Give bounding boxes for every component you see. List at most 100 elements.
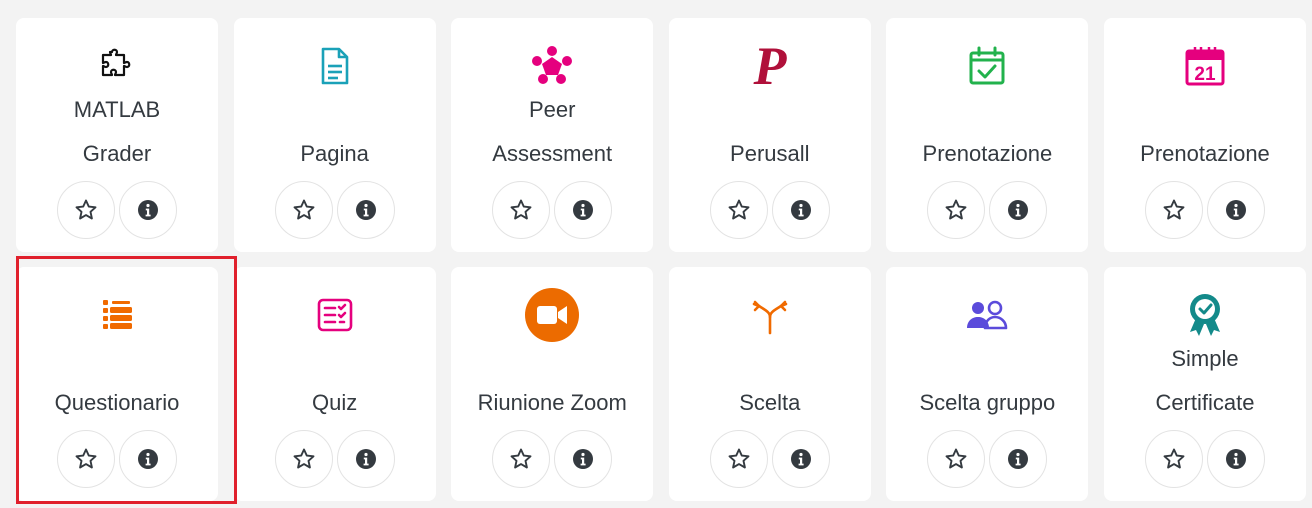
star-outline-icon (509, 447, 533, 471)
star-favourite-button[interactable] (1144, 181, 1203, 239)
info-button[interactable] (989, 430, 1048, 488)
info-button[interactable] (1206, 430, 1265, 488)
module-actions (451, 430, 653, 488)
module-name: MATLAB Grader (22, 88, 212, 176)
star-favourite-button[interactable] (57, 181, 115, 239)
info-icon (572, 448, 594, 470)
module-tile-quiz[interactable]: Quiz (233, 267, 436, 501)
puzzle-icon (16, 42, 218, 90)
module-tile-scelta[interactable]: Scelta (668, 267, 871, 501)
svg-text:21: 21 (1194, 64, 1216, 85)
info-button[interactable] (771, 181, 830, 239)
star-outline-icon (1162, 447, 1186, 471)
star-outline-icon (74, 198, 98, 222)
star-outline-icon (944, 447, 968, 471)
star-favourite-button[interactable] (927, 430, 986, 488)
module-tile-peer-assessment[interactable]: Peer Assessment (451, 18, 654, 252)
module-tile-riunione-zoom[interactable]: Riunione Zoom (451, 267, 654, 501)
users-icon (886, 291, 1088, 339)
module-actions (669, 181, 871, 239)
module-actions (451, 181, 653, 239)
info-icon (137, 448, 159, 470)
activity-chooser-grid: MATLAB Grader Pagina Peer Assessment P P… (16, 18, 1306, 501)
info-button[interactable] (336, 181, 395, 239)
module-name: Perusall (675, 132, 865, 176)
star-favourite-button[interactable] (709, 181, 768, 239)
info-icon (355, 448, 377, 470)
calendar-date-icon: 21 (1104, 42, 1306, 90)
info-icon (1007, 199, 1029, 221)
list-icon (16, 291, 218, 339)
module-actions (234, 181, 436, 239)
info-icon (1225, 199, 1247, 221)
module-actions (669, 430, 871, 488)
star-favourite-button[interactable] (492, 181, 551, 239)
module-tile-prenotazione-1[interactable]: Prenotazione (886, 18, 1089, 252)
star-outline-icon (727, 198, 751, 222)
quiz-icon (234, 291, 436, 339)
info-icon (1225, 448, 1247, 470)
module-name-line: Perusall (730, 141, 810, 166)
module-name-line: Questionario (54, 390, 180, 415)
info-button[interactable] (989, 181, 1048, 239)
module-name: Prenotazione (1110, 132, 1300, 176)
module-name: Riunione Zoom (457, 381, 647, 425)
module-actions (886, 181, 1088, 239)
module-name-line: Quiz (311, 390, 358, 415)
info-button[interactable] (554, 181, 613, 239)
module-tile-perusall[interactable]: P Perusall (668, 18, 871, 252)
info-button[interactable] (119, 430, 177, 488)
module-tile-pagina[interactable]: Pagina (233, 18, 436, 252)
star-favourite-button[interactable] (57, 430, 115, 488)
info-icon (355, 199, 377, 221)
star-outline-icon (1162, 198, 1186, 222)
star-favourite-button[interactable] (492, 430, 551, 488)
info-button[interactable] (554, 430, 613, 488)
module-name: Scelta gruppo (892, 381, 1082, 425)
star-favourite-button[interactable] (1144, 430, 1203, 488)
info-button[interactable] (1206, 181, 1265, 239)
module-name-line: Simple (1171, 346, 1239, 371)
module-actions (1104, 181, 1306, 239)
module-name-line: Pagina (300, 141, 369, 166)
info-button[interactable] (771, 430, 830, 488)
module-name-line: Assessment (492, 141, 613, 166)
module-name: Simple Certificate (1110, 337, 1300, 425)
module-tile-simple-certificate[interactable]: Simple Certificate (1103, 267, 1306, 501)
info-icon (137, 199, 159, 221)
module-tile-matlab-grader[interactable]: MATLAB Grader (16, 18, 218, 252)
module-actions (1104, 430, 1306, 488)
module-name-line: MATLAB (73, 97, 161, 122)
document-icon (234, 42, 436, 90)
module-actions (234, 430, 436, 488)
star-outline-icon (727, 447, 751, 471)
star-outline-icon (292, 447, 316, 471)
video-camera-icon (451, 288, 653, 342)
star-favourite-button[interactable] (709, 430, 768, 488)
module-name-line: Grader (82, 141, 152, 166)
module-actions (886, 430, 1088, 488)
module-name: Peer Assessment (457, 88, 647, 176)
star-favourite-button[interactable] (927, 181, 986, 239)
module-name: Prenotazione (892, 132, 1082, 176)
info-button[interactable] (119, 181, 177, 239)
star-favourite-button[interactable] (274, 181, 333, 239)
info-icon (572, 199, 594, 221)
info-button[interactable] (336, 430, 395, 488)
module-actions (16, 430, 218, 488)
people-circle-icon (451, 42, 653, 90)
split-arrows-icon (669, 291, 871, 339)
module-name: Pagina (240, 132, 430, 176)
module-name-line: Riunione Zoom (477, 390, 627, 415)
module-tile-prenotazione-2[interactable]: 21 Prenotazione (1103, 18, 1306, 252)
info-icon (790, 448, 812, 470)
module-name-line: Prenotazione (922, 141, 1053, 166)
module-tile-questionario[interactable]: Questionario (16, 267, 218, 501)
perusall-logo-icon: P (669, 40, 871, 92)
star-favourite-button[interactable] (274, 430, 333, 488)
module-tile-scelta-gruppo[interactable]: Scelta gruppo (886, 267, 1089, 501)
star-outline-icon (944, 198, 968, 222)
star-outline-icon (509, 198, 533, 222)
module-name-line: Scelta gruppo (919, 390, 1056, 415)
module-name: Quiz (240, 381, 430, 425)
